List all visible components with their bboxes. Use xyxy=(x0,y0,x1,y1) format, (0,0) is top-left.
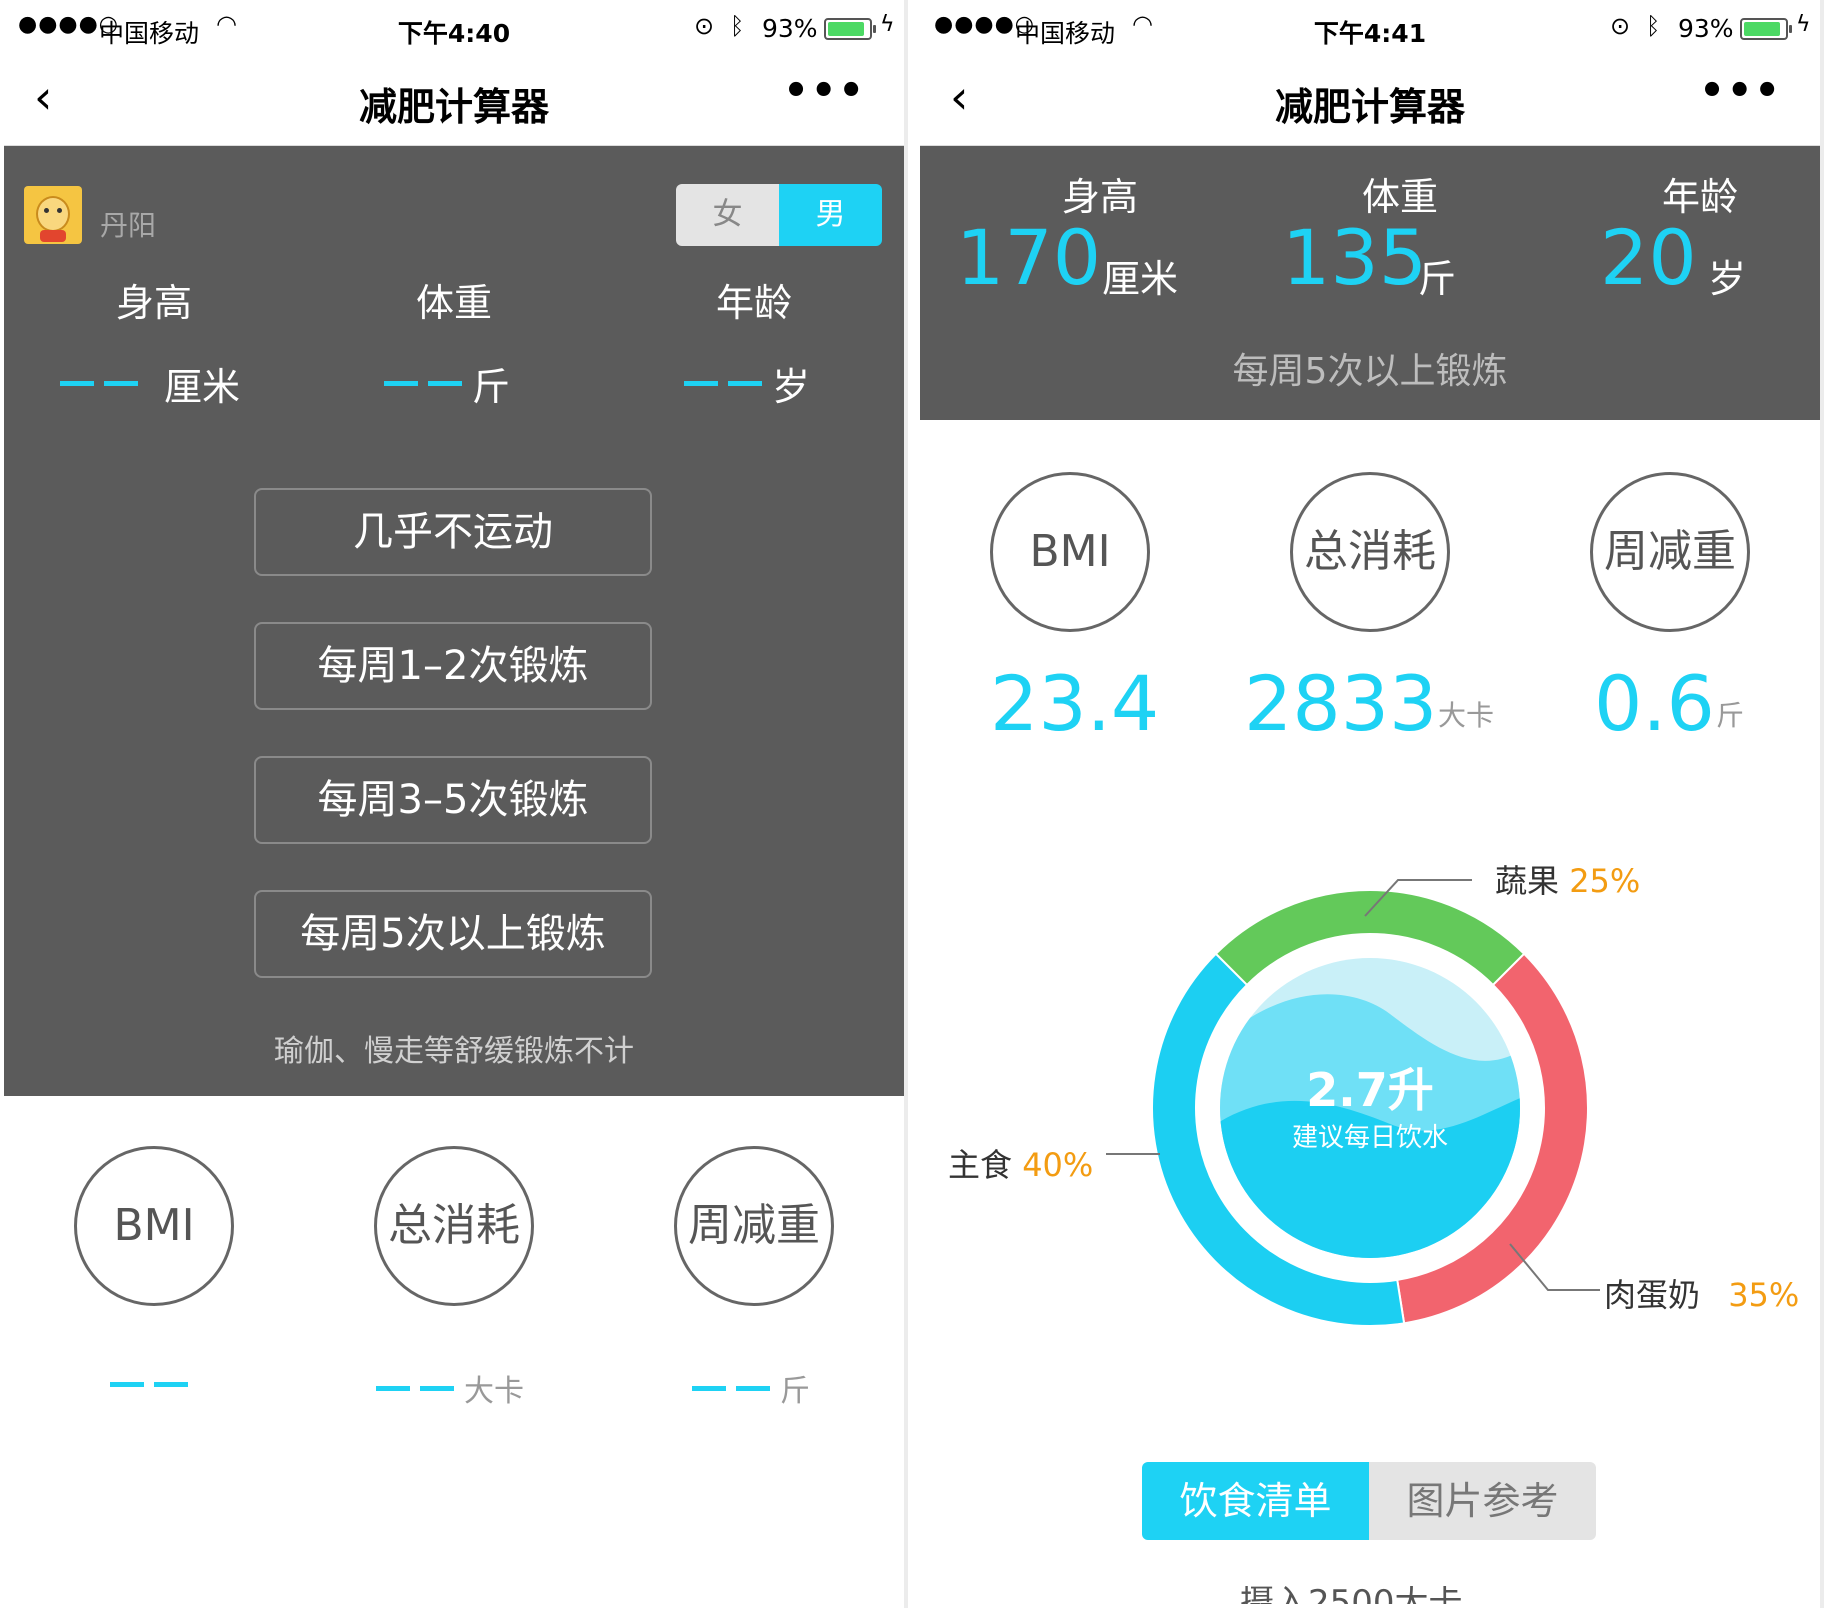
rotation-lock-icon: ⊙ xyxy=(1610,12,1631,40)
age-value: 20 xyxy=(1600,213,1697,302)
battery-icon xyxy=(1740,18,1792,40)
height-input[interactable]: 厘米 xyxy=(60,356,240,411)
charging-icon: ϟ xyxy=(880,12,895,37)
legend-fruits-veg: 蔬果 25% xyxy=(1495,862,1641,900)
bmi-circle: BMI xyxy=(74,1146,234,1306)
consume-circle: 总消耗 xyxy=(374,1146,534,1306)
tab-photo-reference[interactable]: 图片参考 xyxy=(1369,1462,1596,1540)
more-menu-button[interactable]: ••• xyxy=(1699,68,1782,114)
legend-staple: 主食 40% xyxy=(948,1146,1094,1184)
weight-value: 135 xyxy=(1282,213,1428,302)
weight-label: 体重 xyxy=(415,281,492,325)
food-tab-bar: 饮食清单 图片参考 xyxy=(1142,1462,1596,1540)
gender-female-option[interactable]: 女 xyxy=(676,184,779,246)
age-label: 年龄 xyxy=(715,281,792,325)
bluetooth-icon: ᛒ xyxy=(1646,12,1661,40)
weekly-loss-circle: 周减重 xyxy=(1590,472,1750,632)
summary-panel: 身高 体重 年龄 170 厘米 135 斤 20 岁 每周5次以上锻炼 xyxy=(920,146,1820,420)
phone-screen-result: ●●●●○ 中国移动 ◠ 下午4:41 ⊙ ᛒ 93% ϟ ‹ 减肥计算器 ••… xyxy=(920,4,1820,1604)
activity-note: 瑜伽、慢走等舒缓锻炼不计 xyxy=(274,1034,634,1069)
divider xyxy=(904,0,908,1608)
weekly-result-empty: 斤 xyxy=(692,1366,810,1410)
bluetooth-icon: ᛒ xyxy=(730,12,745,40)
phone-screen-input: ●●●●○ 中国移动 ◠ 下午4:40 ⊙ ᛒ 93% ϟ ‹ 减肥计算器 ••… xyxy=(4,4,904,1604)
activity-3-5-button[interactable]: 每周3–5次锻炼 xyxy=(254,756,652,844)
consume-value: 2833 xyxy=(1244,659,1438,748)
weight-unit: 斤 xyxy=(1418,257,1457,301)
weekly-loss-circle: 周减重 xyxy=(674,1146,834,1306)
activity-5plus-button[interactable]: 每周5次以上锻炼 xyxy=(254,890,652,978)
consume-circle: 总消耗 xyxy=(1290,472,1450,632)
height-label: 身高 xyxy=(115,281,192,325)
nav-bar: ‹ 减肥计算器 ••• xyxy=(920,54,1820,146)
height-unit: 厘米 xyxy=(1102,257,1179,301)
more-menu-button[interactable]: ••• xyxy=(783,68,866,114)
water-caption: 建议每日饮水 xyxy=(1292,1123,1448,1153)
bmi-value: 23.4 xyxy=(990,659,1160,748)
input-panel: 丹阳 女 男 身高 体重 年龄 厘米 斤 岁 几乎不运动 每周1–2次锻炼 每周… xyxy=(4,146,904,1096)
weekly-loss-value: 0.6 xyxy=(1594,659,1715,748)
rotation-lock-icon: ⊙ xyxy=(694,12,715,40)
selected-activity: 每周5次以上锻炼 xyxy=(1232,351,1508,392)
gender-male-option[interactable]: 男 xyxy=(779,184,882,246)
weekly-loss-unit: 斤 xyxy=(1716,699,1745,732)
weight-input[interactable]: 斤 xyxy=(384,356,510,411)
username: 丹阳 xyxy=(100,209,157,242)
activity-1-2-button[interactable]: 每周1–2次锻炼 xyxy=(254,622,652,710)
intake-text: 摄入2500大卡 xyxy=(1240,1586,1463,1604)
avatar xyxy=(24,186,82,244)
water-value: 2.7升 xyxy=(1306,1063,1434,1117)
page-title: 减肥计算器 xyxy=(1274,85,1465,129)
battery-icon xyxy=(824,18,876,40)
status-bar: ●●●●○ 中国移动 ◠ 下午4:40 ⊙ ᛒ 93% ϟ xyxy=(4,4,904,54)
consume-unit: 大卡 xyxy=(1438,699,1495,732)
consume-result-empty: 大卡 xyxy=(376,1366,524,1410)
bmi-result-empty xyxy=(110,1366,198,1401)
battery-percent: 93% xyxy=(1678,14,1734,43)
activity-none-button[interactable]: 几乎不运动 xyxy=(254,488,652,576)
age-unit: 岁 xyxy=(1708,257,1747,301)
nav-bar: ‹ 减肥计算器 ••• xyxy=(4,54,904,146)
battery-percent: 93% xyxy=(762,14,818,43)
bmi-circle: BMI xyxy=(990,472,1150,632)
age-input[interactable]: 岁 xyxy=(684,356,810,411)
charging-icon: ϟ xyxy=(1796,12,1811,37)
page-title: 减肥计算器 xyxy=(358,85,549,129)
right-edge xyxy=(1820,0,1824,1608)
height-value: 170 xyxy=(956,213,1102,302)
gender-toggle: 女 男 xyxy=(676,184,882,246)
tab-diet-list[interactable]: 饮食清单 xyxy=(1142,1462,1369,1540)
status-bar: ●●●●○ 中国移动 ◠ 下午4:41 ⊙ ᛒ 93% ϟ xyxy=(920,4,1820,54)
legend-protein: 肉蛋奶 35% xyxy=(1604,1276,1800,1314)
